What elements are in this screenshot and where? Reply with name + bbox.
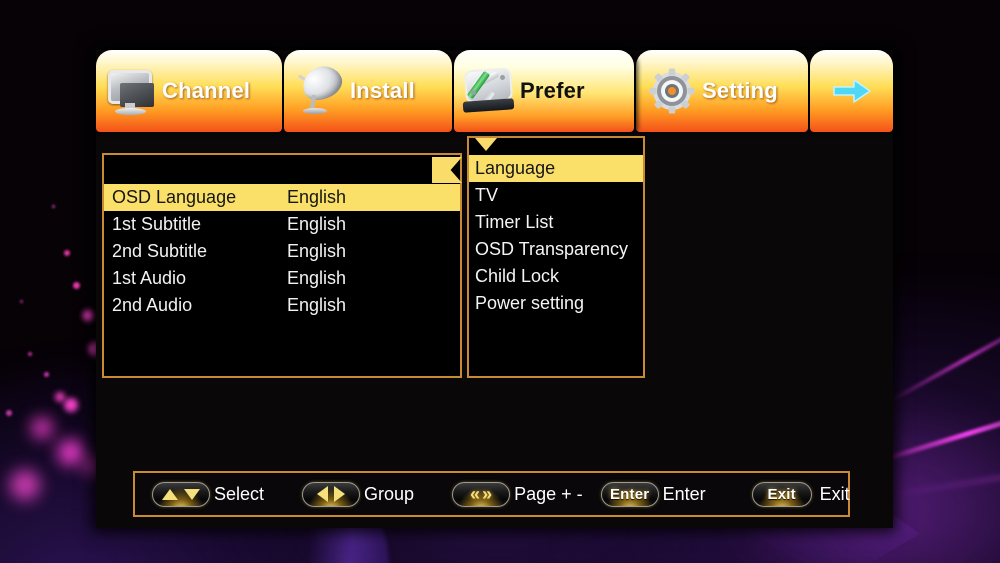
menu-item-timer-list[interactable]: Timer List	[469, 209, 643, 236]
row-value: English	[287, 187, 347, 207]
help-page[interactable]: «» Page + -	[452, 481, 583, 507]
help-bar: Select Group «» Page + - Enter Enter Exi…	[133, 471, 850, 517]
tab-label: Setting	[702, 78, 778, 103]
table-row[interactable]: OSD Language English	[104, 184, 460, 211]
dropdown-caret-icon	[475, 138, 497, 151]
table-row[interactable]: 2nd Audio English	[104, 292, 460, 319]
tab-bar: Channel Install Prefer Setting	[96, 50, 893, 132]
help-label: Select	[214, 483, 265, 504]
bokeh-dot	[58, 440, 83, 465]
row-value: English	[287, 241, 347, 261]
bokeh-dot	[52, 205, 55, 208]
tab-channel[interactable]: Channel	[96, 50, 282, 132]
screen: Channel Install Prefer Setting OSD Langu…	[0, 0, 1000, 563]
prefer-dropdown-menu: Language TV Timer List OSD Transparency …	[467, 136, 645, 378]
menu-item-language[interactable]: Language	[469, 155, 643, 182]
help-exit[interactable]: Exit Exit	[751, 481, 850, 507]
settings-list-panel: OSD Language English 1st Subtitle Englis…	[102, 153, 462, 378]
table-row[interactable]: 1st Audio English	[104, 265, 460, 292]
help-group[interactable]: Group	[302, 481, 415, 507]
row-key: 2nd Audio	[112, 295, 193, 315]
help-enter[interactable]: Enter Enter	[600, 481, 706, 507]
bokeh-dot	[64, 250, 70, 256]
bokeh-dot	[20, 300, 23, 303]
tab-label: Install	[350, 78, 415, 103]
settings-rows: OSD Language English 1st Subtitle Englis…	[104, 184, 460, 319]
bokeh-dot	[6, 410, 12, 416]
menu-item-power-setting[interactable]: Power setting	[469, 290, 643, 317]
menu-item-osd-transparency[interactable]: OSD Transparency	[469, 236, 643, 263]
dropdown-items: Language TV Timer List OSD Transparency …	[469, 155, 643, 317]
tab-prefer[interactable]: Prefer	[454, 50, 634, 132]
row-value: English	[287, 295, 347, 315]
table-row[interactable]: 2nd Subtitle English	[104, 238, 460, 265]
satellite-dish-icon	[292, 60, 347, 118]
bokeh-dot	[32, 418, 52, 438]
bokeh-dot	[83, 310, 94, 321]
row-key: OSD Language	[112, 187, 237, 207]
exit-key-label: Exit	[767, 485, 796, 503]
gear-icon	[644, 64, 698, 118]
row-value: English	[287, 214, 347, 234]
help-select[interactable]: Select	[152, 481, 265, 507]
row-value: English	[287, 268, 347, 288]
bokeh-dot	[55, 392, 65, 402]
menu-item-child-lock[interactable]: Child Lock	[469, 263, 643, 290]
tab-install[interactable]: Install	[284, 50, 452, 132]
exit-key-icon[interactable]: Exit	[751, 481, 812, 507]
table-row[interactable]: 1st Subtitle English	[104, 211, 460, 238]
tab-next-arrow[interactable]	[810, 50, 893, 132]
help-label: Group	[364, 483, 415, 504]
bokeh-dot	[64, 398, 78, 412]
tab-setting[interactable]: Setting	[636, 50, 808, 132]
tools-icon	[462, 64, 516, 118]
bokeh-dot	[44, 372, 49, 377]
row-key: 1st Subtitle	[112, 214, 202, 234]
monitor-icon	[104, 64, 158, 118]
double-chevrons-icon[interactable]: «»	[452, 481, 511, 507]
up-down-arrows-icon[interactable]	[152, 481, 210, 507]
bokeh-dot	[28, 352, 32, 356]
selection-flag-icon	[432, 157, 462, 183]
bokeh-dot	[73, 282, 80, 289]
row-key: 2nd Subtitle	[112, 241, 208, 261]
help-label: Enter	[662, 483, 706, 504]
help-label: Page + -	[514, 483, 583, 504]
left-right-arrows-icon[interactable]	[302, 481, 361, 507]
arrow-right-icon	[832, 76, 872, 106]
enter-key-icon[interactable]: Enter	[600, 481, 659, 507]
bokeh-dot	[10, 470, 40, 500]
menu-item-tv[interactable]: TV	[469, 182, 643, 209]
enter-key-label: Enter	[609, 485, 650, 503]
tab-label: Channel	[162, 78, 251, 103]
tab-label: Prefer	[520, 78, 585, 103]
row-key: 1st Audio	[112, 268, 187, 288]
help-label: Exit	[819, 483, 850, 504]
